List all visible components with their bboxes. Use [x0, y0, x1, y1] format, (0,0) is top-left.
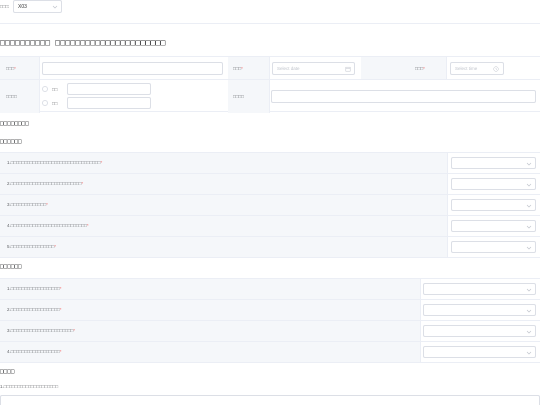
top-select-value: X03 [18, 4, 27, 10]
top-divider [0, 23, 540, 24]
radio-option-2-label: □□ [52, 101, 58, 106]
group3-title: □□□□ [0, 368, 15, 375]
question-text: 5.□□□□□□□□□□□□□□□□* [7, 244, 57, 249]
field3-label: □□□* [415, 66, 425, 71]
time-picker[interactable]: Select time [450, 62, 504, 75]
radio-option-1[interactable] [42, 86, 48, 92]
radio-option-2[interactable] [42, 100, 48, 106]
chevron-down-icon [526, 161, 532, 167]
question-row: 4.□□□□□□□□□□□□□□□□□□* [0, 342, 540, 363]
chevron-down-icon [526, 224, 532, 230]
group2-title: □□□□□□ [0, 263, 22, 270]
question-row: 1.□□□□□□□□□□□□□□□□□□* [0, 279, 540, 300]
radio-option-1-label: □□ [52, 87, 58, 92]
top-select-label: □□□: [0, 4, 10, 9]
chevron-down-icon [526, 329, 532, 335]
chevron-down-icon [526, 308, 532, 314]
section-title: □□□□□□□□ [0, 120, 29, 127]
question-text: 3.□□□□□□□□□□□□□□□□□□□□□□□* [7, 328, 76, 333]
question-text: 2.□□□□□□□□□□□□□□□□□□* [7, 307, 62, 312]
answer-select[interactable] [423, 304, 536, 316]
question-text: 3.□□□□□□□□□□□□□* [7, 202, 48, 207]
chevron-down-icon [526, 350, 532, 356]
question-row: 2.□□□□□□□□□□□□□□□□□□* [0, 300, 540, 321]
answer-select[interactable] [451, 157, 536, 169]
group2-table: 1.□□□□□□□□□□□□□□□□□□* 2.□□□□□□□□□□□□□□□□… [0, 278, 540, 363]
question-row: 5.□□□□□□□□□□□□□□□□* [0, 237, 540, 258]
question-text: 4.□□□□□□□□□□□□□□□□□□□□□□□□□□□□* [7, 223, 89, 228]
question-row: 2.□□□□□□□□□□□□□□□□□□□□□□□□□□* [0, 174, 540, 195]
form-table: □□□* □□□* Select date □□□* Select time □… [0, 56, 540, 113]
calendar-icon [345, 66, 351, 72]
question-text: 1.□□□□□□□□□□□□□□□□□□* [7, 286, 62, 291]
field1-label: □□□* [6, 66, 16, 71]
answer-select[interactable] [451, 178, 536, 190]
page-title: □□□□□□□□□□ □□□□□□□□□□□□□□□□□□□□□□ [0, 38, 166, 47]
question-row: 4.□□□□□□□□□□□□□□□□□□□□□□□□□□□□* [0, 216, 540, 237]
radio-option-2-input[interactable] [67, 97, 151, 109]
group1-table: 1.□□□□□□□□□□□□□□□□□□□□□□□□□□□□□□□□□* 2.□… [0, 152, 540, 258]
question-text: 1.□□□□□□□□□□□□□□□□□□□□□□□□□□□□□□□□□* [7, 160, 103, 165]
field1-input[interactable] [42, 62, 223, 75]
group1-title: □□□□□□ [0, 138, 22, 145]
field2-label: □□□* [233, 66, 243, 71]
time-placeholder: Select time [455, 66, 478, 71]
answer-select[interactable] [451, 220, 536, 232]
top-bar: □□□: X03 [0, 0, 540, 14]
chevron-down-icon [526, 287, 532, 293]
answer-select[interactable] [423, 325, 536, 337]
row2-label: □□□□ [6, 94, 17, 99]
chevron-down-icon [526, 245, 532, 251]
answer-select[interactable] [423, 283, 536, 295]
row2-input[interactable] [271, 90, 536, 103]
form-divider [0, 79, 540, 80]
answer-select[interactable] [451, 241, 536, 253]
date-picker[interactable]: Select date [272, 62, 355, 75]
chevron-down-icon [526, 182, 532, 188]
answer-select[interactable] [451, 199, 536, 211]
clock-icon [493, 66, 499, 72]
question-text: 4.□□□□□□□□□□□□□□□□□□* [7, 349, 62, 354]
row2-label-b: □□□□ [233, 94, 244, 99]
free-question: 1.□□□□□□□□□□□□□□□□□□□□ [0, 384, 59, 389]
date-placeholder: Select date [277, 66, 300, 71]
question-text: 2.□□□□□□□□□□□□□□□□□□□□□□□□□□* [7, 181, 84, 186]
chevron-down-icon [526, 203, 532, 209]
chevron-down-icon [52, 4, 58, 10]
radio-option-1-input[interactable] [67, 83, 151, 95]
free-answer-input[interactable] [0, 395, 540, 405]
label-cell [361, 57, 447, 79]
top-select[interactable]: X03 [13, 0, 62, 13]
question-row: 1.□□□□□□□□□□□□□□□□□□□□□□□□□□□□□□□□□* [0, 153, 540, 174]
question-row: 3.□□□□□□□□□□□□□* [0, 195, 540, 216]
question-row: 3.□□□□□□□□□□□□□□□□□□□□□□□* [0, 321, 540, 342]
answer-select[interactable] [423, 346, 536, 358]
